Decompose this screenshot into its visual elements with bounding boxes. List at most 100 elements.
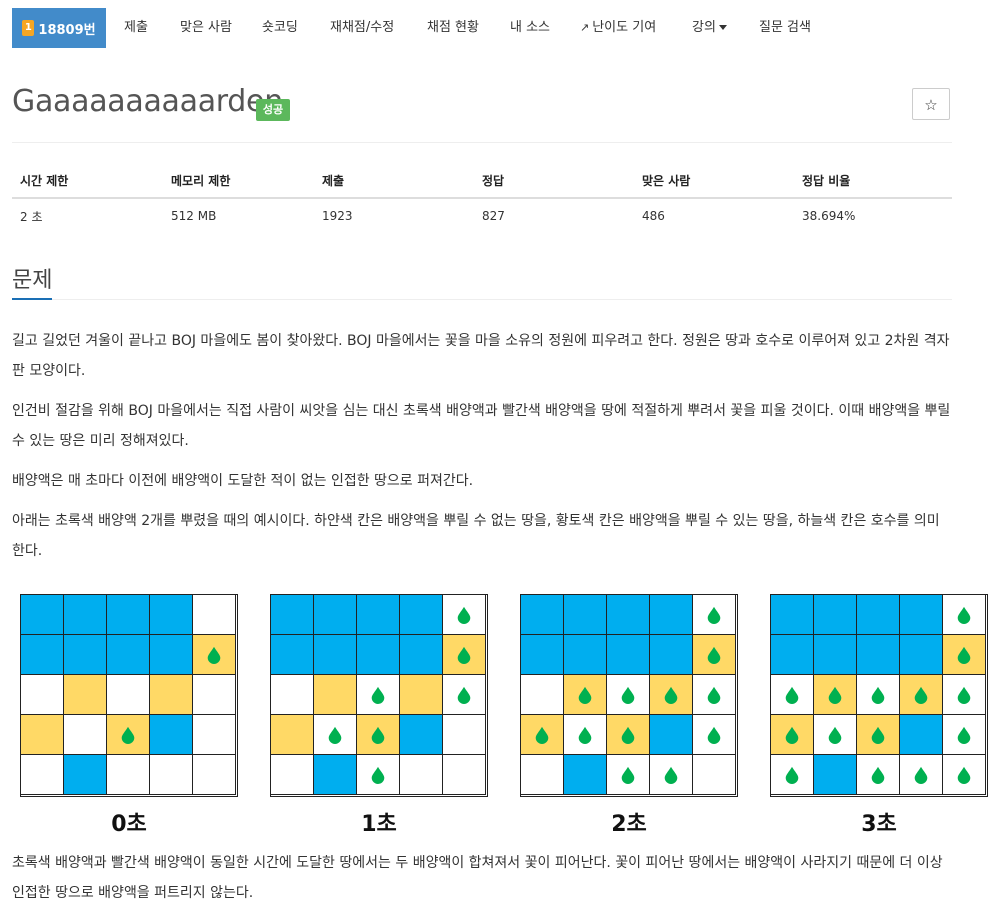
tier-icon: 1	[22, 20, 35, 36]
nav-correct-users[interactable]: 맞은 사람	[180, 8, 232, 48]
table-header: 시간 제한	[12, 164, 163, 199]
table-cell: 2 초	[20, 209, 43, 224]
grid-cell	[942, 754, 986, 795]
droplet-icon	[785, 766, 799, 784]
droplet-icon	[621, 686, 635, 704]
grid-cell	[192, 594, 236, 635]
droplet-icon	[785, 686, 799, 704]
grid-cell	[63, 634, 107, 675]
grid-cell	[899, 634, 943, 675]
droplet-icon	[207, 646, 221, 664]
figure-label: 0초	[111, 812, 147, 837]
nav-lecture-dropdown[interactable]: 강의	[692, 8, 727, 48]
grid-cell	[356, 594, 400, 635]
droplet-icon	[828, 686, 842, 704]
status-badge: 성공	[256, 99, 290, 121]
star-button[interactable]: ☆	[912, 88, 950, 120]
grid-cell	[692, 674, 736, 715]
grid-cell	[442, 594, 486, 635]
nav-rejudge[interactable]: 재채점/수정	[330, 8, 394, 48]
nav-problem-tab[interactable]: 1 18809번	[12, 8, 106, 48]
grid-cell	[270, 754, 314, 795]
nav-short-coding[interactable]: 숏코딩	[262, 8, 298, 48]
grid-cell	[399, 634, 443, 675]
grid-cell	[770, 674, 814, 715]
grid-cell	[520, 594, 564, 635]
droplet-icon	[457, 606, 471, 624]
grid-cell	[149, 754, 193, 795]
table-cell: 827	[482, 209, 505, 223]
problem-paragraph: 초록색 배양액과 빨간색 배양액이 동일한 시간에 도달한 땅에서는 두 배양액…	[12, 855, 943, 901]
figure-label: 3초	[861, 812, 897, 837]
droplet-icon	[785, 726, 799, 744]
figure-label: 1초	[361, 812, 397, 837]
grid-cell	[442, 754, 486, 795]
grid-cell	[442, 634, 486, 675]
grid-cell	[692, 594, 736, 635]
divider	[12, 142, 952, 143]
droplet-icon	[914, 686, 928, 704]
nav-status[interactable]: 채점 현황	[427, 8, 479, 48]
grid-cell	[899, 754, 943, 795]
grid-cell	[313, 714, 357, 755]
grid-cell	[520, 634, 564, 675]
droplet-icon	[707, 606, 721, 624]
nav-my-source[interactable]: 내 소스	[510, 8, 550, 48]
grid-cell	[106, 714, 150, 755]
grid-cell	[813, 674, 857, 715]
grid-cell	[63, 754, 107, 795]
grid-cell	[606, 674, 650, 715]
grid-cell	[20, 594, 64, 635]
droplet-icon	[957, 606, 971, 624]
problem-id-label: 18809번	[38, 22, 96, 38]
nav-difficulty[interactable]: ↗ 난이도 기여	[580, 8, 656, 48]
grid-cell	[942, 674, 986, 715]
grid-cell	[563, 594, 607, 635]
grid-cell	[149, 594, 193, 635]
top-navbar: 1 18809번 제출 맞은 사람 숏코딩 재채점/수정 채점 현황 내 소스 …	[0, 0, 1002, 56]
grid-cell	[563, 754, 607, 795]
grid-cell	[313, 754, 357, 795]
grid-cell	[20, 754, 64, 795]
nav-submit[interactable]: 제출	[124, 8, 148, 48]
table-cell: 486	[642, 209, 665, 223]
grid-cell	[813, 714, 857, 755]
droplet-icon	[371, 686, 385, 704]
grid-cell	[606, 634, 650, 675]
droplet-icon	[578, 726, 592, 744]
grid-cell	[442, 674, 486, 715]
grid-cell	[399, 754, 443, 795]
problem-paragraph: 배양액은 매 초마다 이전에 배양액이 도달한 적이 없는 인접한 땅으로 퍼져…	[12, 473, 474, 489]
droplet-icon	[957, 766, 971, 784]
grid-cell	[149, 634, 193, 675]
grid-cell	[563, 714, 607, 755]
nav-lecture-label: 강의	[692, 20, 716, 35]
droplet-icon	[957, 726, 971, 744]
nav-question-search[interactable]: 질문 검색	[759, 8, 811, 48]
grid-cell	[770, 594, 814, 635]
grid-cell	[813, 594, 857, 635]
grid-cell	[856, 754, 900, 795]
droplet-icon	[621, 766, 635, 784]
droplet-icon	[328, 726, 342, 744]
grid-cell	[899, 714, 943, 755]
external-link-icon: ↗	[580, 21, 590, 34]
nav-difficulty-label: 난이도 기여	[592, 20, 657, 35]
droplet-icon	[457, 686, 471, 704]
droplet-icon	[457, 646, 471, 664]
table-header: 제출	[314, 164, 474, 199]
grid-cell	[106, 594, 150, 635]
grid-cell	[442, 714, 486, 755]
grid-cell	[356, 634, 400, 675]
section-divider	[12, 299, 952, 300]
grid-cell	[192, 714, 236, 755]
garden-grid	[270, 594, 488, 797]
grid-cell	[192, 674, 236, 715]
droplet-icon	[914, 766, 928, 784]
grid-cell	[692, 634, 736, 675]
droplet-icon	[371, 766, 385, 784]
grid-cell	[649, 714, 693, 755]
droplet-icon	[664, 686, 678, 704]
droplet-icon	[871, 766, 885, 784]
grid-cell	[899, 594, 943, 635]
